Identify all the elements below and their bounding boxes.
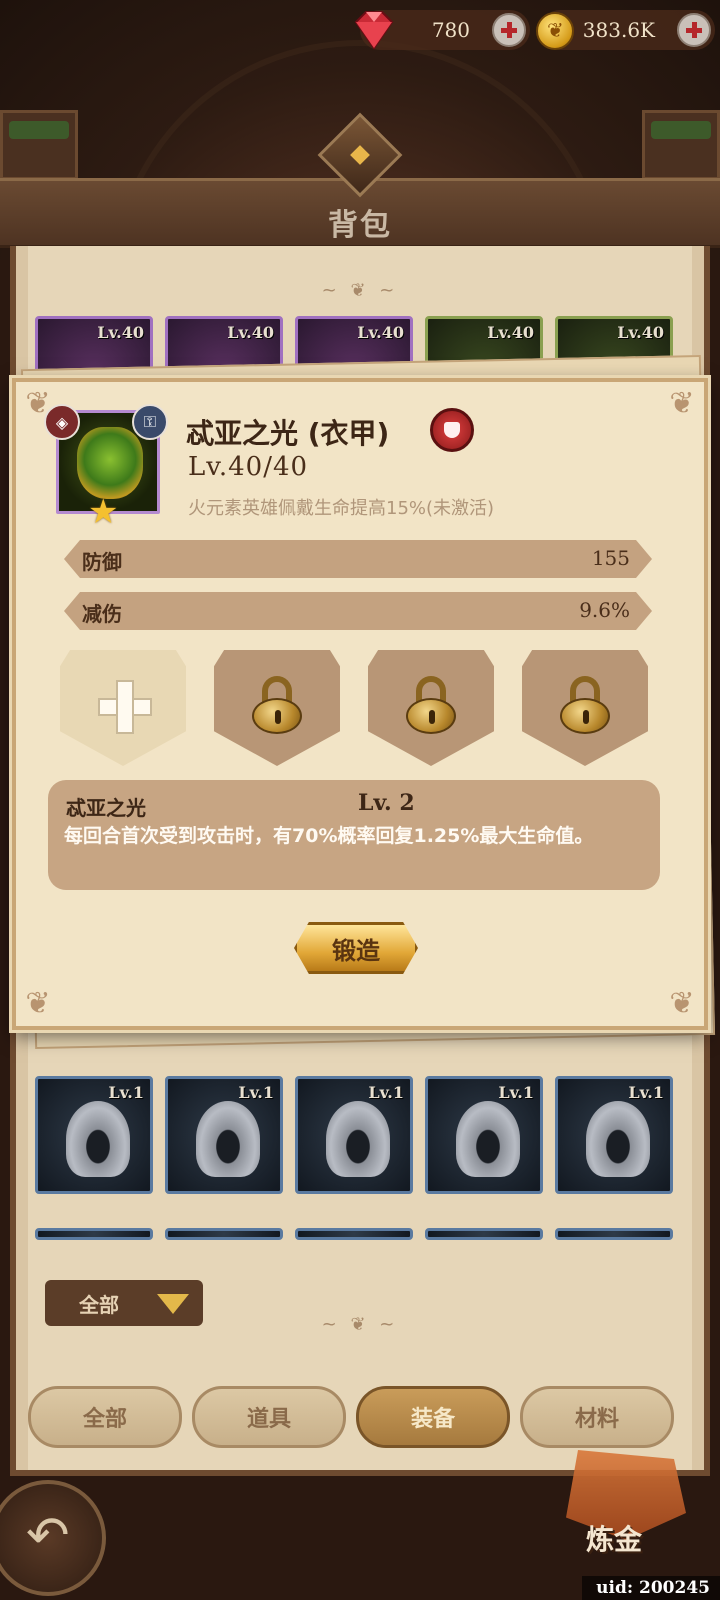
stat-row-damage-reduction: 减伤 9.6%: [64, 592, 652, 630]
inventory-slot[interactable]: Lv.1: [165, 1076, 283, 1194]
hood-icon: [326, 1101, 390, 1177]
bottom-ornament: ~ ❦ ~: [321, 1314, 399, 1335]
skill-level: Lv. 2: [358, 790, 415, 816]
inventory-slot[interactable]: [555, 1228, 673, 1240]
alchemy-button[interactable]: 炼金: [566, 1450, 696, 1560]
gem-socket-locked[interactable]: [214, 650, 340, 766]
item-level: Lv.40/40: [188, 452, 309, 482]
padlock-icon: [560, 676, 610, 734]
gem-amount: 780: [431, 18, 470, 42]
star-icon: ★: [88, 492, 119, 532]
inventory-slot[interactable]: [35, 1228, 153, 1240]
gold-coin-icon: [536, 12, 574, 50]
left-pillar: [0, 110, 78, 180]
stat-label: 防御: [82, 550, 122, 574]
set-bonus-text: 火元素英雄佩戴生命提高15%(未激活): [188, 498, 495, 519]
inventory-slot[interactable]: Lv.1: [425, 1076, 543, 1194]
skill-name: 忒亚之光: [66, 796, 146, 820]
item-level: Lv.1: [498, 1083, 534, 1102]
corner-ornament-icon: ❦: [669, 986, 695, 1021]
skill-description: 每回合首次受到攻击时，有70%概率回复1.25%最大生命值。: [64, 825, 594, 847]
inventory-slot[interactable]: Lv.1: [295, 1076, 413, 1194]
forge-button[interactable]: 锻造: [294, 922, 418, 974]
gem-counter: 780: [354, 10, 530, 50]
item-level: Lv.40: [97, 323, 144, 342]
inventory-slot[interactable]: [295, 1228, 413, 1240]
item-level: Lv.40: [227, 323, 274, 342]
hood-icon: [456, 1101, 520, 1177]
tab-equipment[interactable]: 装备: [356, 1386, 510, 1448]
user-id: uid: 200245: [582, 1576, 720, 1600]
padlock-icon: [406, 676, 456, 734]
add-icon: [98, 680, 152, 734]
inventory-slot[interactable]: Lv.1: [35, 1076, 153, 1194]
hood-icon: [586, 1101, 650, 1177]
add-gold-button[interactable]: [677, 13, 711, 47]
filter-dropdown[interactable]: 全部: [45, 1280, 203, 1326]
item-level: Lv.40: [357, 323, 404, 342]
item-level: Lv.40: [617, 323, 664, 342]
item-name: 忒亚之光 (衣甲): [186, 417, 390, 450]
inventory-slot[interactable]: [425, 1228, 543, 1240]
item-level: Lv.40: [487, 323, 534, 342]
tab-items[interactable]: 道具: [192, 1386, 346, 1448]
hood-icon: [196, 1101, 260, 1177]
inventory-slot[interactable]: Lv.1: [555, 1076, 673, 1194]
right-pillar: [642, 110, 720, 180]
stat-label: 减伤: [82, 602, 122, 626]
add-gems-button[interactable]: [492, 13, 526, 47]
item-level: Lv.1: [628, 1083, 664, 1102]
filter-label: 全部: [79, 1292, 119, 1317]
item-level: Lv.1: [108, 1083, 144, 1102]
stat-value: 155: [591, 546, 630, 570]
stat-value: 9.6%: [579, 598, 630, 622]
gem-socket-locked[interactable]: [522, 650, 648, 766]
gem-socket-open[interactable]: [60, 650, 186, 766]
gold-amount: 383.6K: [582, 18, 655, 42]
inventory-slot[interactable]: [165, 1228, 283, 1240]
gem-socket-locked[interactable]: [368, 650, 494, 766]
top-ornament: ~ ❦ ~: [321, 280, 399, 301]
item-detail-popup: ❦ ❦ ❦ ❦ ◈ ⚿ ★ 忒亚之光 (衣甲) Lv.40/40 火元素英雄佩戴…: [12, 378, 708, 1030]
gold-counter: 383.6K: [536, 10, 715, 50]
item-level: Lv.1: [238, 1083, 274, 1102]
lock-toggle-icon[interactable]: ⚿: [132, 404, 168, 440]
corner-ornament-icon: ❦: [25, 986, 51, 1021]
back-arrow-icon: ↶: [26, 1506, 70, 1566]
armor-icon: [77, 427, 143, 499]
page-title: 背包: [328, 208, 392, 243]
ruby-icon: [354, 11, 394, 50]
back-button[interactable]: ↶: [0, 1480, 106, 1596]
tab-all[interactable]: 全部: [28, 1386, 182, 1448]
element-badge-icon: ◈: [44, 404, 80, 440]
padlock-icon: [252, 676, 302, 734]
tab-materials[interactable]: 材料: [520, 1386, 674, 1448]
fire-element-icon: [430, 408, 474, 452]
hood-icon: [66, 1101, 130, 1177]
corner-ornament-icon: ❦: [669, 386, 695, 421]
alchemy-label: 炼金: [586, 1523, 643, 1556]
dropdown-arrow-icon: [157, 1294, 189, 1314]
stat-row-defense: 防御 155: [64, 540, 652, 578]
item-level: Lv.1: [368, 1083, 404, 1102]
skill-panel: 忒亚之光 Lv. 2 每回合首次受到攻击时，有70%概率回复1.25%最大生命值…: [48, 780, 660, 890]
